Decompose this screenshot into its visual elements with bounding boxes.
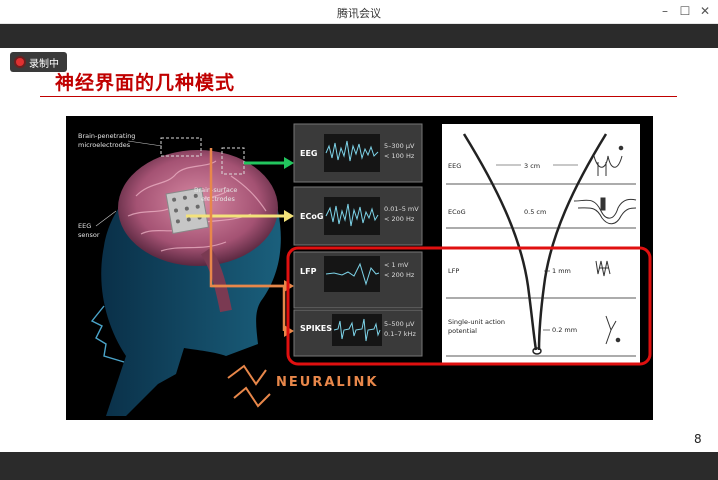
svg-text:5–300 µV: 5–300 µV [384,142,415,150]
svg-text:0.1–7 kHz: 0.1–7 kHz [384,330,416,338]
window-titlebar: 腾讯会议 – ☐ ✕ [0,0,718,24]
page-number: 8 [694,432,702,446]
signal-panel-spikes: SPIKES 5–500 µV 0.1–7 kHz [293,309,423,357]
close-button[interactable]: ✕ [696,2,714,20]
svg-text:LFP: LFP [300,267,317,276]
title-underline [40,96,677,97]
label-brain-surface: Brain-surface [194,186,237,194]
diagram-row-single-unit-1: Single-unit action [448,318,505,326]
diagram-dist-ecog: 0.5 cm [524,208,546,216]
bottom-toolbar-band [0,452,718,480]
slide-title: 神经界面的几种模式 [55,72,236,94]
svg-text:EEG: EEG [300,149,318,158]
signal-panel-eeg: EEG 5–300 µV < 100 Hz [293,123,423,183]
label-eeg-sensor-1: EEG [78,222,91,230]
label-eeg-sensor-2: sensor [78,231,100,239]
svg-text:5–500 µV: 5–500 µV [384,320,415,328]
neural-interface-figure: Brain-penetrating microelectrodes Brain-… [78,123,652,416]
window-title: 腾讯会议 [337,7,381,20]
top-toolbar-band [0,24,718,48]
label-brain-penetrating: Brain-penetrating [78,132,135,140]
svg-text:< 1 mV: < 1 mV [384,261,409,269]
recording-scale-diagram: EEG 3 cm ECoG 0.5 cm LFP 1 mm Single-uni… [442,124,640,364]
diagram-row-lfp: LFP [448,267,459,275]
slide-figure: Brain-penetrating microelectrodes Brain-… [66,116,653,420]
neuralink-logo: NEURALINK [227,364,378,408]
svg-text:0.01–5 mV: 0.01–5 mV [384,205,419,213]
svg-text:ECoG: ECoG [300,212,323,221]
minimize-button[interactable]: – [656,2,674,20]
neuralink-logo-text: NEURALINK [276,375,378,390]
label-microelectrodes: microelectrodes [78,141,131,149]
svg-text:< 100 Hz: < 100 Hz [384,152,415,160]
diagram-dist-lfp: 1 mm [552,267,571,275]
diagram-dist-eeg: 3 cm [524,162,540,170]
svg-text:SPIKES: SPIKES [300,324,332,333]
signal-panel-ecog: ECoG 0.01–5 mV < 200 Hz [293,186,423,246]
label-electrodes: electrodes [201,195,236,203]
svg-text:< 200 Hz: < 200 Hz [384,271,415,279]
signal-panel-lfp: LFP < 1 mV < 200 Hz [293,251,423,309]
svg-text:< 200 Hz: < 200 Hz [384,215,415,223]
diagram-row-ecog: ECoG [448,208,466,216]
record-dot-icon [16,58,24,66]
diagram-row-single-unit-2: potential [448,327,477,335]
diagram-row-eeg: EEG [448,162,461,170]
maximize-button[interactable]: ☐ [676,2,694,20]
diagram-dist-single-unit: 0.2 mm [552,326,577,334]
